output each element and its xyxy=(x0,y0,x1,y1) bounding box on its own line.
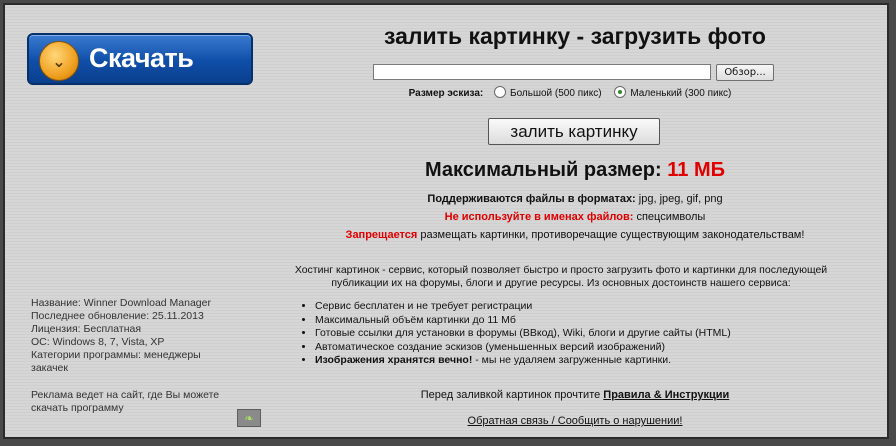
file-path-input[interactable] xyxy=(373,64,711,80)
filenames-label: Не используйте в именах файлов: xyxy=(444,211,634,223)
program-license: Лицензия: Бесплатная xyxy=(31,323,142,335)
list-item: Сервис бесплатен и не требует регистраци… xyxy=(315,300,875,314)
program-updated: Последнее обновление: 25.11.2013 xyxy=(31,310,204,322)
feedback-link[interactable]: Обратная связь / Сообщить о нарушении! xyxy=(468,415,683,427)
rules-line: Перед заливкой картинок прочтите Правила… xyxy=(273,389,877,401)
thumb-option-large-label: Большой (500 пикс) xyxy=(510,88,602,99)
ad-notice: Реклама ведет на сайт, где Вы можете ска… xyxy=(31,389,220,414)
feature-text: Автоматическое создание эскизов (уменьше… xyxy=(315,340,665,353)
thumbnail-size-row: Размер эскиза: Большой (500 пикс) Малень… xyxy=(273,86,877,99)
service-description: Хостинг картинок - сервис, который позво… xyxy=(294,264,828,289)
download-banner[interactable]: ⌄ Скачать xyxy=(27,33,253,85)
program-os: ОС: Windows 8, 7, Vista, XP xyxy=(31,336,165,348)
list-item: Автоматическое создание эскизов (уменьше… xyxy=(315,341,875,355)
filenames-line: Не используйте в именах файлов: спецсимв… xyxy=(273,211,877,223)
forbidden-line: Запрещается размещать картинки, противор… xyxy=(273,229,877,241)
max-size-line: Максимальный размер: 11 МБ xyxy=(273,159,877,182)
radio-large[interactable] xyxy=(494,86,507,98)
double-chevron-down-icon: ⌄ xyxy=(39,41,79,81)
rules-link[interactable]: Правила & Инструкции xyxy=(603,389,729,401)
program-name: Название: Winner Download Manager xyxy=(31,297,211,309)
thumbnail-size-label: Размер эскиза: xyxy=(408,88,484,99)
list-item: Готовые ссылки для установки в форумы (В… xyxy=(315,327,875,341)
max-size-value: 11 МБ xyxy=(667,159,725,181)
feedback-line: Обратная связь / Сообщить о нарушении! xyxy=(273,415,877,427)
page-frame: ⌄ Скачать залить картинку - загрузить фо… xyxy=(3,3,889,439)
browse-button[interactable]: Обзор... xyxy=(716,64,774,81)
list-item: Максимальный объём картинки до 11 Мб xyxy=(315,314,875,328)
rules-prefix: Перед заливкой картинок прочтите xyxy=(420,389,601,401)
max-size-label: Максимальный размер: xyxy=(425,159,662,181)
upload-button[interactable]: залить картинку xyxy=(488,118,660,145)
feature-text: Максимальный объём картинки до 11 Мб xyxy=(315,313,516,326)
forbidden-text: размещать картинки, противоречащие сущес… xyxy=(420,229,805,241)
feature-text: Сервис бесплатен и не требует регистраци… xyxy=(315,300,533,312)
leaf-icon[interactable]: ❧ xyxy=(237,409,261,427)
radio-small[interactable] xyxy=(614,86,627,98)
thumb-option-small[interactable]: Маленький (300 пикс) xyxy=(614,86,732,99)
feature-bold: Изображения хранятся вечно! xyxy=(315,354,473,366)
thumb-option-large[interactable]: Большой (500 пикс) xyxy=(494,86,602,99)
program-info: Название: Winner Download Manager Послед… xyxy=(31,297,237,375)
filenames-value: спецсимволы xyxy=(636,211,706,223)
feature-text: - мы не удаляем загруженные картинки. xyxy=(472,354,672,366)
features-list: Сервис бесплатен и не требует регистраци… xyxy=(301,300,875,368)
formats-label: Поддерживаются файлы в форматах: xyxy=(427,193,636,205)
formats-value: jpg, jpeg, gif, png xyxy=(638,193,723,205)
program-category: Категории программы: менеджеры закачек xyxy=(31,349,201,374)
page-title: залить картинку - загрузить фото xyxy=(384,23,766,49)
list-item: Изображения хранятся вечно! - мы не удал… xyxy=(315,354,875,368)
download-banner-label: Скачать xyxy=(89,43,194,73)
feature-text: Готовые ссылки для установки в форумы (В… xyxy=(315,327,731,339)
thumb-option-small-label: Маленький (300 пикс) xyxy=(630,88,732,99)
formats-line: Поддерживаются файлы в форматах: jpg, jp… xyxy=(273,193,877,205)
forbidden-label: Запрещается xyxy=(345,229,418,241)
